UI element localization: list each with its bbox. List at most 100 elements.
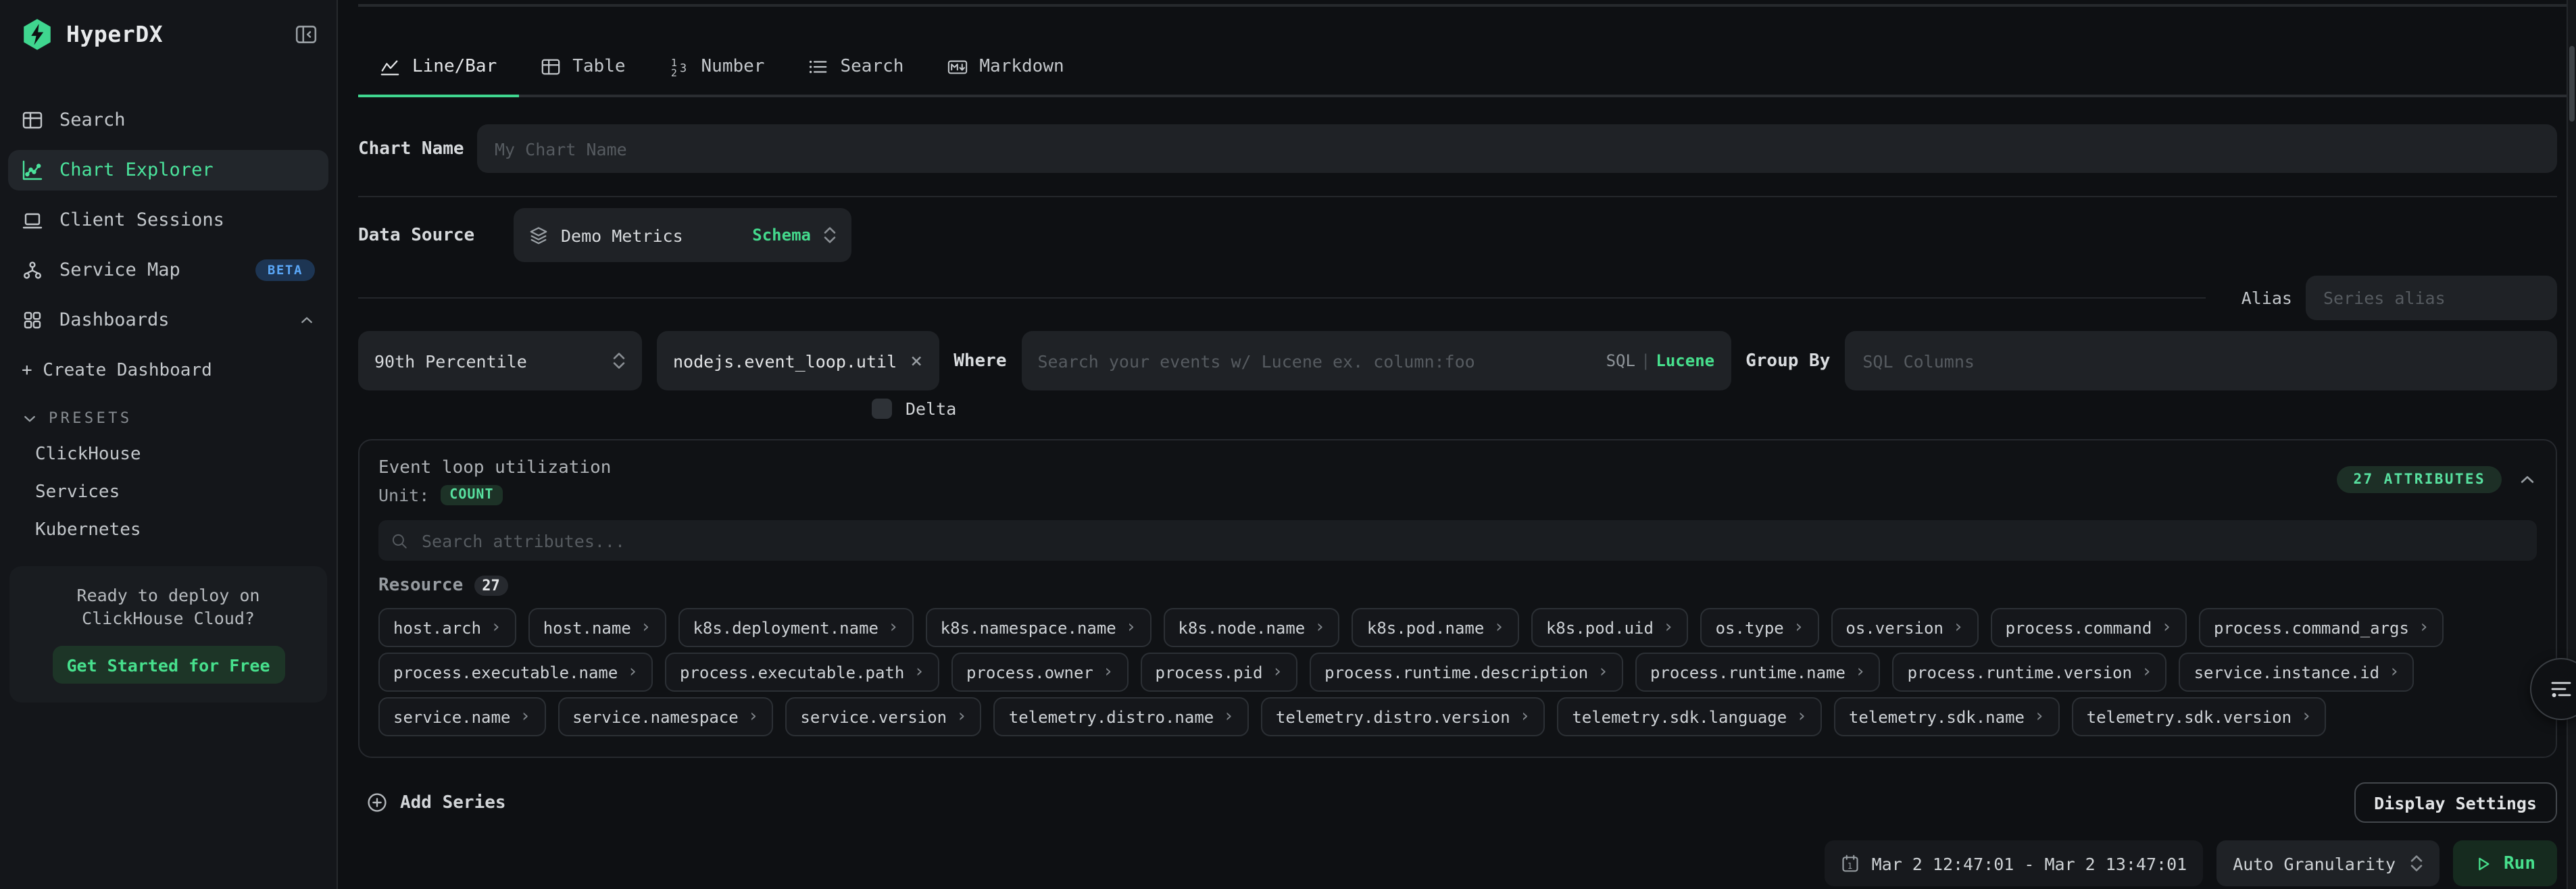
tab-line-bar[interactable]: Line/Bar — [358, 42, 518, 97]
attribute-chip[interactable]: service.version — [785, 697, 981, 736]
remove-metric-icon[interactable]: × — [910, 349, 922, 373]
attribute-chip-label: k8s.pod.name — [1367, 618, 1484, 637]
attribute-chip[interactable]: telemetry.distro.version — [1261, 697, 1545, 736]
where-placeholder: Search your events w/ Lucene ex. column:… — [1038, 351, 1593, 371]
attribute-chip[interactable]: host.name — [528, 608, 666, 647]
scrollbar-thumb[interactable] — [2569, 46, 2575, 122]
group-by-label: Group By — [1745, 351, 1830, 371]
preset-kubernetes[interactable]: Kubernetes — [8, 520, 328, 540]
where-input[interactable]: Search your events w/ Lucene ex. column:… — [1022, 331, 1731, 390]
attribute-chip[interactable]: process.runtime.version — [1893, 653, 2167, 692]
attribute-chip[interactable]: process.runtime.description — [1310, 653, 1623, 692]
chart-type-tabs: Line/Bar Table Number Search Markdown — [358, 42, 2567, 97]
sidebar-item-client-sessions[interactable]: Client Sessions — [8, 200, 328, 240]
scrollbar[interactable] — [2567, 0, 2576, 889]
tab-table[interactable]: Table — [518, 42, 647, 95]
attribute-chip[interactable]: k8s.pod.uid — [1531, 608, 1689, 647]
display-settings-button[interactable]: Display Settings — [2354, 782, 2557, 823]
create-dashboard-button[interactable]: + Create Dashboard — [8, 361, 328, 381]
chevron-up-icon — [299, 312, 315, 328]
tab-label: Markdown — [979, 57, 1064, 77]
attribute-chip-label: telemetry.sdk.name — [1849, 707, 2025, 726]
tab-search[interactable]: Search — [786, 42, 925, 95]
run-button[interactable]: Run — [2452, 840, 2557, 886]
alias-input[interactable] — [2306, 276, 2557, 320]
attribute-chip[interactable]: host.arch — [378, 608, 516, 647]
data-source-label: Data Source — [358, 225, 514, 245]
sidebar-item-service-map[interactable]: Service Map BETA — [8, 250, 328, 290]
granularity-select[interactable]: Auto Granularity — [2216, 840, 2439, 886]
chart-name-input[interactable] — [477, 124, 2557, 173]
chart-name-row: Chart Name — [358, 124, 2557, 173]
date-range-input[interactable]: Mar 2 12:47:01 - Mar 2 13:47:01 — [1825, 840, 2204, 886]
language-divider: | — [1641, 351, 1650, 370]
attribute-chip[interactable]: process.owner — [951, 653, 1129, 692]
attribute-chip[interactable]: process.command — [1991, 608, 2187, 647]
attribute-chip[interactable]: telemetry.sdk.name — [1834, 697, 2060, 736]
attribute-chip-label: service.namespace — [572, 707, 739, 726]
granularity-value: Auto Granularity — [2233, 853, 2396, 873]
delta-row: Delta — [872, 399, 2557, 419]
chart-editor: Chart Name Data Source Demo Metrics Sche… — [338, 97, 2576, 823]
presets-header[interactable]: PRESETS — [8, 409, 328, 427]
aggregation-select[interactable]: 90th Percentile — [358, 331, 642, 390]
attribute-chip-label: k8s.deployment.name — [693, 618, 878, 637]
get-started-button[interactable]: Get Started for Free — [52, 646, 284, 684]
data-source-select[interactable]: Demo Metrics Schema — [514, 208, 851, 262]
attribute-chip[interactable]: os.type — [1701, 608, 1819, 647]
attribute-chip[interactable]: process.executable.name — [378, 653, 653, 692]
attribute-chip[interactable]: process.pid — [1141, 653, 1298, 692]
attribute-chip-label: service.version — [800, 707, 947, 726]
attribute-chip[interactable]: k8s.deployment.name — [678, 608, 913, 647]
collapse-panel-button[interactable] — [2518, 470, 2537, 489]
sidebar-item-dashboards[interactable]: Dashboards — [8, 300, 328, 340]
attribute-chip[interactable]: telemetry.distro.name — [994, 697, 1249, 736]
attribute-chip[interactable]: process.executable.path — [665, 653, 939, 692]
sql-option[interactable]: SQL — [1606, 351, 1635, 370]
attribute-chip[interactable]: process.runtime.name — [1635, 653, 1881, 692]
group-by-input[interactable] — [1845, 331, 2557, 390]
tab-number[interactable]: Number — [647, 42, 787, 95]
attribute-chip[interactable]: k8s.namespace.name — [926, 608, 1151, 647]
schema-link[interactable]: Schema — [752, 226, 811, 245]
sidebar: HyperDX Search Chart Explorer Client Ses… — [0, 0, 338, 889]
attribute-chip[interactable]: process.command_args — [2199, 608, 2444, 647]
filter-lines-icon — [2548, 676, 2575, 703]
metric-field-chip[interactable]: nodejs.event_loop.util × — [657, 331, 939, 390]
list-icon — [808, 57, 828, 77]
attribute-chip-label: process.command — [2006, 618, 2152, 637]
delta-checkbox[interactable] — [872, 399, 892, 419]
add-series-button[interactable]: Add Series — [358, 790, 514, 815]
attributes-count-badge: 27 ATTRIBUTES — [2337, 466, 2502, 493]
sidebar-item-chart-explorer[interactable]: Chart Explorer — [8, 150, 328, 190]
metric-title: Event loop utilization — [378, 458, 611, 478]
attribute-chip-label: host.name — [543, 618, 631, 637]
attribute-chip-label: k8s.node.name — [1178, 618, 1305, 637]
attribute-chip-label: process.runtime.version — [1908, 663, 2132, 682]
actions-row: Add Series Display Settings — [358, 782, 2557, 823]
attribute-chip[interactable]: telemetry.sdk.language — [1557, 697, 1822, 736]
attribute-chip[interactable]: telemetry.sdk.version — [2072, 697, 2327, 736]
attributes-search-input[interactable] — [419, 529, 2525, 552]
attribute-chip[interactable]: service.namespace — [558, 697, 773, 736]
tab-markdown[interactable]: Markdown — [925, 42, 1085, 95]
query-language-toggle[interactable]: SQL | Lucene — [1606, 351, 1715, 370]
collapse-sidebar-button[interactable] — [295, 23, 318, 46]
attribute-chip-label: os.version — [1846, 618, 1943, 637]
unit-value-badge: COUNT — [440, 485, 503, 505]
attribute-chip[interactable]: service.instance.id — [2179, 653, 2414, 692]
attribute-chip[interactable]: k8s.pod.name — [1352, 608, 1519, 647]
attribute-chip[interactable]: k8s.node.name — [1163, 608, 1340, 647]
attribute-chip-label: telemetry.sdk.version — [2087, 707, 2292, 726]
attribute-chip[interactable]: service.name — [378, 697, 545, 736]
chevron-updown-icon — [823, 224, 837, 246]
preset-clickhouse[interactable]: ClickHouse — [8, 444, 328, 465]
sidebar-item-search[interactable]: Search — [8, 100, 328, 141]
data-source-row: Data Source Demo Metrics Schema — [358, 208, 2557, 262]
preset-services[interactable]: Services — [8, 482, 328, 503]
chevron-updown-icon — [2409, 853, 2423, 874]
attribute-chip[interactable]: os.version — [1831, 608, 1978, 647]
footer-bar: Mar 2 12:47:01 - Mar 2 13:47:01 Auto Gra… — [338, 840, 2576, 886]
panel-header: Event loop utilization Unit: COUNT 27 AT… — [378, 458, 2537, 505]
lucene-option[interactable]: Lucene — [1656, 351, 1714, 370]
